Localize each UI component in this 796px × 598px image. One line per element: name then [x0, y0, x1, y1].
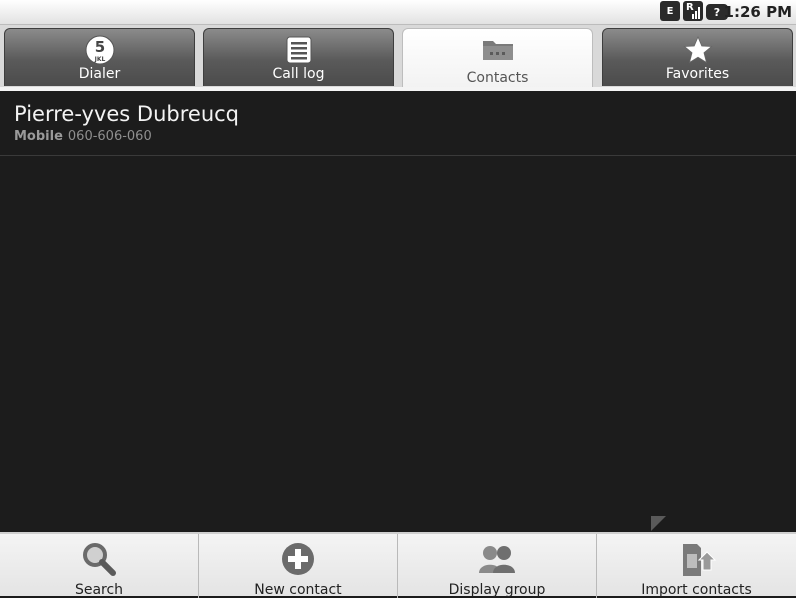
menu-display-group[interactable]: Display group [398, 534, 597, 598]
clock: 1:26 PM [723, 3, 792, 21]
tab-contacts[interactable]: Contacts [402, 28, 593, 90]
import-sim-icon [677, 540, 717, 584]
unknown-status-glyph: ? [713, 5, 721, 19]
menu-new-contact[interactable]: New contact [199, 534, 398, 598]
add-icon [278, 540, 318, 584]
tab-favorites[interactable]: Favorites [602, 28, 793, 86]
contact-row[interactable]: Pierre-yves Dubreucq Mobile 060-606-060 [0, 91, 796, 156]
menu-corner-indicator [651, 516, 666, 531]
search-icon [79, 540, 119, 584]
tab-dialer-label: Dialer [78, 66, 121, 82]
call-log-icon [284, 35, 314, 69]
data-edge-letter: E [666, 5, 674, 17]
contacts-folder-icon [481, 35, 515, 67]
tab-call-log-label: Call log [272, 66, 325, 82]
star-icon [682, 35, 713, 69]
contact-phone-number: 060-606-060 [67, 129, 152, 144]
status-icons: E R ? [660, 1, 728, 21]
dialer-icon-digit: 5 [94, 38, 104, 56]
tab-contacts-label: Contacts [466, 70, 529, 86]
group-icon [477, 540, 517, 584]
contact-list: Pierre-yves Dubreucq Mobile 060-606-060 [0, 91, 796, 531]
signal-strength-icon: R [683, 1, 703, 21]
status-bar: E R ? 1:26 PM [0, 0, 796, 25]
tab-favorites-label: Favorites [665, 66, 730, 82]
contact-name: Pierre-yves Dubreucq [14, 102, 240, 126]
roaming-letter: R [686, 2, 694, 13]
dialer-icon-letters: JKL [93, 56, 105, 63]
contact-phone-line: Mobile 060-606-060 [14, 129, 152, 144]
tab-dialer[interactable]: 5 JKL Dialer [4, 28, 195, 86]
tab-call-log[interactable]: Call log [203, 28, 394, 86]
menu-import-contacts[interactable]: Import contacts [597, 534, 796, 598]
menu-search[interactable]: Search [0, 534, 199, 598]
dialer-5-jkl-icon: 5 JKL [83, 35, 117, 69]
contact-phone-type: Mobile [14, 129, 63, 144]
data-edge-icon: E [660, 1, 680, 21]
tab-bar: 5 JKL Dialer Call log Contacts Favorites [0, 25, 796, 91]
options-menu: Search New contact Display group Import … [0, 532, 796, 598]
